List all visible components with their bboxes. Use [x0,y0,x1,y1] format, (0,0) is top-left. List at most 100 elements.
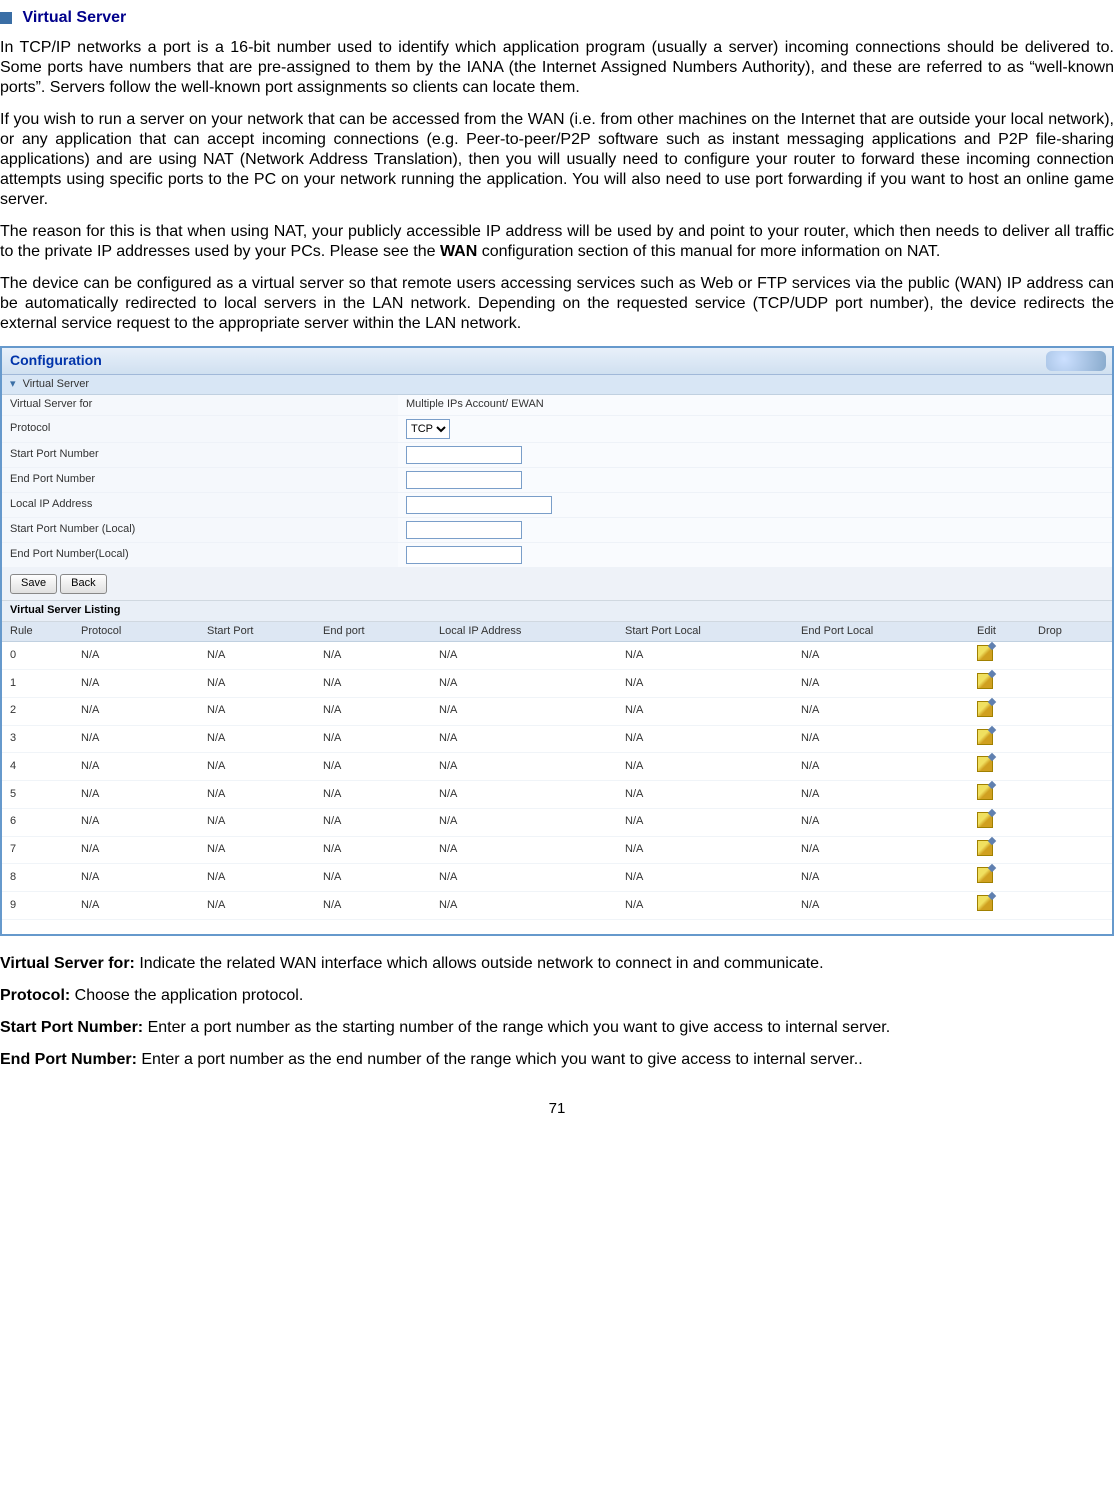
cell-endPortLocal: N/A [793,808,969,836]
def-1-label: Virtual Server for: [0,955,139,972]
label-end-port: End Port Number [2,468,398,493]
cell-edit [969,836,1030,864]
cell-startPort: N/A [199,725,315,753]
edit-icon[interactable] [977,701,993,717]
def-1: Virtual Server for: Indicate the related… [0,954,1114,974]
cell-rule: 0 [2,642,73,670]
edit-icon[interactable] [977,673,993,689]
cell-localIp: N/A [431,892,617,920]
cell-drop [1030,753,1112,781]
table-row: 7N/AN/AN/AN/AN/AN/A [2,836,1112,864]
th-drop: Drop [1030,622,1112,642]
cell-protocol: N/A [73,781,199,809]
start-port-input[interactable] [406,446,522,464]
cell-protocol: N/A [73,725,199,753]
cell-startPortLocal: N/A [617,725,793,753]
cell-startPort: N/A [199,836,315,864]
local-ip-input[interactable] [406,496,552,514]
cell-startPortLocal: N/A [617,753,793,781]
protocol-select[interactable]: TCP [406,419,450,439]
def-2: Protocol: Choose the application protoco… [0,986,1114,1006]
th-start-port-local: Start Port Local [617,622,793,642]
cell-startPortLocal: N/A [617,808,793,836]
cell-endPort: N/A [315,781,431,809]
cell-endPortLocal: N/A [793,781,969,809]
start-port-local-input[interactable] [406,521,522,539]
edit-icon[interactable] [977,729,993,745]
table-row: 5N/AN/AN/AN/AN/AN/A [2,781,1112,809]
cell-startPort: N/A [199,808,315,836]
cell-endPort: N/A [315,697,431,725]
cell-endPort: N/A [315,753,431,781]
cell-endPort: N/A [315,725,431,753]
cell-drop [1030,670,1112,698]
label-virtual-server-for: Virtual Server for [2,395,398,415]
table-row: 3N/AN/AN/AN/AN/AN/A [2,725,1112,753]
label-local-ip: Local IP Address [2,493,398,518]
table-row: 1N/AN/AN/AN/AN/AN/A [2,670,1112,698]
edit-icon[interactable] [977,867,993,883]
save-button[interactable]: Save [10,574,57,594]
th-start-port: Start Port [199,622,315,642]
cell-rule: 8 [2,864,73,892]
cell-localIp: N/A [431,808,617,836]
cell-protocol: N/A [73,753,199,781]
cell-edit [969,670,1030,698]
table-row: 4N/AN/AN/AN/AN/AN/A [2,753,1112,781]
end-port-input[interactable] [406,471,522,489]
edit-icon[interactable] [977,840,993,856]
cell-drop [1030,781,1112,809]
cell-edit [969,753,1030,781]
cell-edit [969,864,1030,892]
cell-startPortLocal: N/A [617,836,793,864]
cell-startPortLocal: N/A [617,670,793,698]
listing-header-row: Rule Protocol Start Port End port Local … [2,622,1112,642]
config-screenshot: Configuration ▾ Virtual Server Virtual S… [0,346,1114,936]
cell-edit [969,892,1030,920]
cell-rule: 1 [2,670,73,698]
para-1: In TCP/IP networks a port is a 16-bit nu… [0,38,1114,98]
th-local-ip: Local IP Address [431,622,617,642]
th-rule: Rule [2,622,73,642]
listing-title: Virtual Server Listing [2,600,1112,622]
edit-icon[interactable] [977,756,993,772]
cell-protocol: N/A [73,697,199,725]
cell-endPort: N/A [315,642,431,670]
cell-startPort: N/A [199,697,315,725]
cell-rule: 2 [2,697,73,725]
cell-drop [1030,725,1112,753]
para-3b-bold: WAN [440,243,477,260]
cell-localIp: N/A [431,725,617,753]
cell-rule: 9 [2,892,73,920]
cell-localIp: N/A [431,864,617,892]
para-2: If you wish to run a server on your netw… [0,110,1114,210]
cell-localIp: N/A [431,697,617,725]
section-heading-text: Virtual Server [22,9,126,26]
edit-icon[interactable] [977,895,993,911]
edit-icon[interactable] [977,784,993,800]
cell-drop [1030,697,1112,725]
th-end-port: End port [315,622,431,642]
cell-drop [1030,892,1112,920]
cell-startPortLocal: N/A [617,864,793,892]
cell-startPort: N/A [199,892,315,920]
cell-rule: 6 [2,808,73,836]
table-row: 9N/AN/AN/AN/AN/AN/A [2,892,1112,920]
label-protocol: Protocol [2,416,398,443]
cell-drop [1030,864,1112,892]
label-start-port-local: Start Port Number (Local) [2,518,398,543]
cell-startPort: N/A [199,753,315,781]
cell-endPort: N/A [315,670,431,698]
cell-localIp: N/A [431,642,617,670]
back-button[interactable]: Back [60,574,106,594]
edit-icon[interactable] [977,812,993,828]
cell-endPortLocal: N/A [793,864,969,892]
end-port-local-input[interactable] [406,546,522,564]
value-virtual-server-for: Multiple IPs Account/ EWAN [398,395,1112,415]
def-4-text: Enter a port number as the end number of… [141,1051,862,1068]
listing-table: Rule Protocol Start Port End port Local … [2,622,1112,920]
cell-endPort: N/A [315,864,431,892]
edit-icon[interactable] [977,645,993,661]
cell-drop [1030,808,1112,836]
def-2-label: Protocol: [0,987,75,1004]
